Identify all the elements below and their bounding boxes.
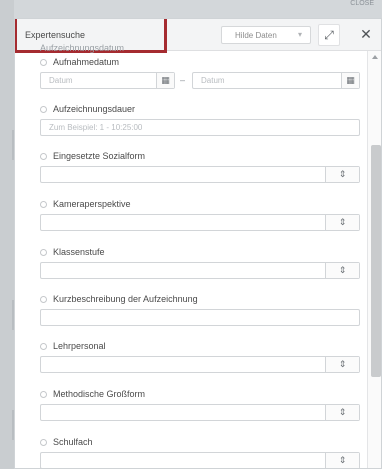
- field-radio[interactable]: [40, 106, 47, 113]
- field-radio[interactable]: [40, 296, 47, 303]
- updown-icon[interactable]: ⇕: [325, 215, 359, 230]
- updown-icon[interactable]: ⇕: [325, 263, 359, 278]
- field-radio[interactable]: [40, 153, 47, 160]
- calendar-icon[interactable]: ▦: [341, 73, 359, 88]
- field-label: Aufzeichnungsdauer: [53, 104, 136, 114]
- field-kameraperspektive: Kameraperspektive ⇕: [40, 199, 360, 231]
- expert-search-panel: Expertensuche Hilde Daten ▾ ⤢ ✕ Aufzeich…: [14, 18, 382, 469]
- expand-icon[interactable]: ⤢: [318, 24, 340, 46]
- cutoff-label: Aufzeichnungsdatum: [40, 43, 125, 53]
- updown-icon[interactable]: ⇕: [325, 405, 359, 420]
- updown-icon[interactable]: ⇕: [325, 453, 359, 468]
- field-radio[interactable]: [40, 391, 47, 398]
- vertical-scrollbar[interactable]: [367, 51, 381, 468]
- date-to-placeholder: Datum: [201, 76, 225, 85]
- updown-icon[interactable]: ⇕: [325, 357, 359, 372]
- close-icon[interactable]: ✕: [355, 24, 377, 46]
- klassenstufe-select[interactable]: ⇕: [40, 262, 360, 279]
- date-from-input[interactable]: Datum ▦: [40, 72, 175, 89]
- calendar-icon[interactable]: ▦: [156, 73, 174, 88]
- field-aufnahmedatum: Aufnahmedatum Datum ▦ – Datum ▦: [40, 57, 360, 89]
- field-radio[interactable]: [40, 439, 47, 446]
- duration-placeholder: Zum Beispiel: 1 - 10:25:00: [49, 123, 143, 132]
- background-label: CLOSE: [350, 0, 374, 7]
- search-form: Aufzeichnungsdatum Aufnahmedatum Datum ▦…: [15, 43, 367, 468]
- field-radio[interactable]: [40, 249, 47, 256]
- sozialform-select[interactable]: ⇕: [40, 166, 360, 183]
- field-aufzeichnungsdauer: Aufzeichnungsdauer Zum Beispiel: 1 - 10:…: [40, 104, 360, 136]
- date-separator: –: [180, 75, 186, 85]
- date-from-placeholder: Datum: [49, 76, 73, 85]
- duration-input[interactable]: Zum Beispiel: 1 - 10:25:00: [40, 119, 360, 136]
- field-label: Lehrpersonal: [53, 341, 106, 351]
- grossform-select[interactable]: ⇕: [40, 404, 360, 421]
- field-label: Klassenstufe: [53, 247, 105, 257]
- kurzbeschreibung-input[interactable]: [40, 309, 360, 326]
- field-radio[interactable]: [40, 201, 47, 208]
- lehrpersonal-select[interactable]: ⇕: [40, 356, 360, 373]
- hide-data-label: Hilde Daten: [235, 31, 277, 40]
- field-label: Aufnahmedatum: [53, 57, 120, 67]
- background-strip: [0, 0, 14, 469]
- field-schulfach: Schulfach ⇕: [40, 437, 360, 468]
- date-to-input[interactable]: Datum ▦: [192, 72, 360, 89]
- kameraperspektive-select[interactable]: ⇕: [40, 214, 360, 231]
- field-grossform: Methodische Großform ⇕: [40, 389, 360, 421]
- panel-title: Expertensuche: [25, 30, 86, 40]
- chevron-down-icon: ▾: [297, 30, 302, 39]
- updown-icon[interactable]: ⇕: [325, 167, 359, 182]
- field-label: Methodische Großform: [53, 389, 146, 399]
- field-label: Kameraperspektive: [53, 199, 131, 209]
- scroll-thumb[interactable]: [371, 145, 381, 377]
- field-kurzbeschreibung: Kurzbeschreibung der Aufzeichnung: [40, 294, 360, 326]
- field-lehrpersonal: Lehrpersonal ⇕: [40, 341, 360, 373]
- field-label: Kurzbeschreibung der Aufzeichnung: [53, 294, 198, 304]
- field-radio[interactable]: [40, 343, 47, 350]
- field-klassenstufe: Klassenstufe ⇕: [40, 247, 360, 279]
- scroll-up-icon[interactable]: [372, 55, 378, 59]
- field-radio[interactable]: [40, 59, 47, 66]
- field-label: Eingesetzte Sozialform: [53, 151, 146, 161]
- field-sozialform: Eingesetzte Sozialform ⇕: [40, 151, 360, 183]
- field-label: Schulfach: [53, 437, 93, 447]
- hide-data-dropdown[interactable]: Hilde Daten ▾: [221, 26, 311, 44]
- schulfach-select[interactable]: ⇕: [40, 452, 360, 468]
